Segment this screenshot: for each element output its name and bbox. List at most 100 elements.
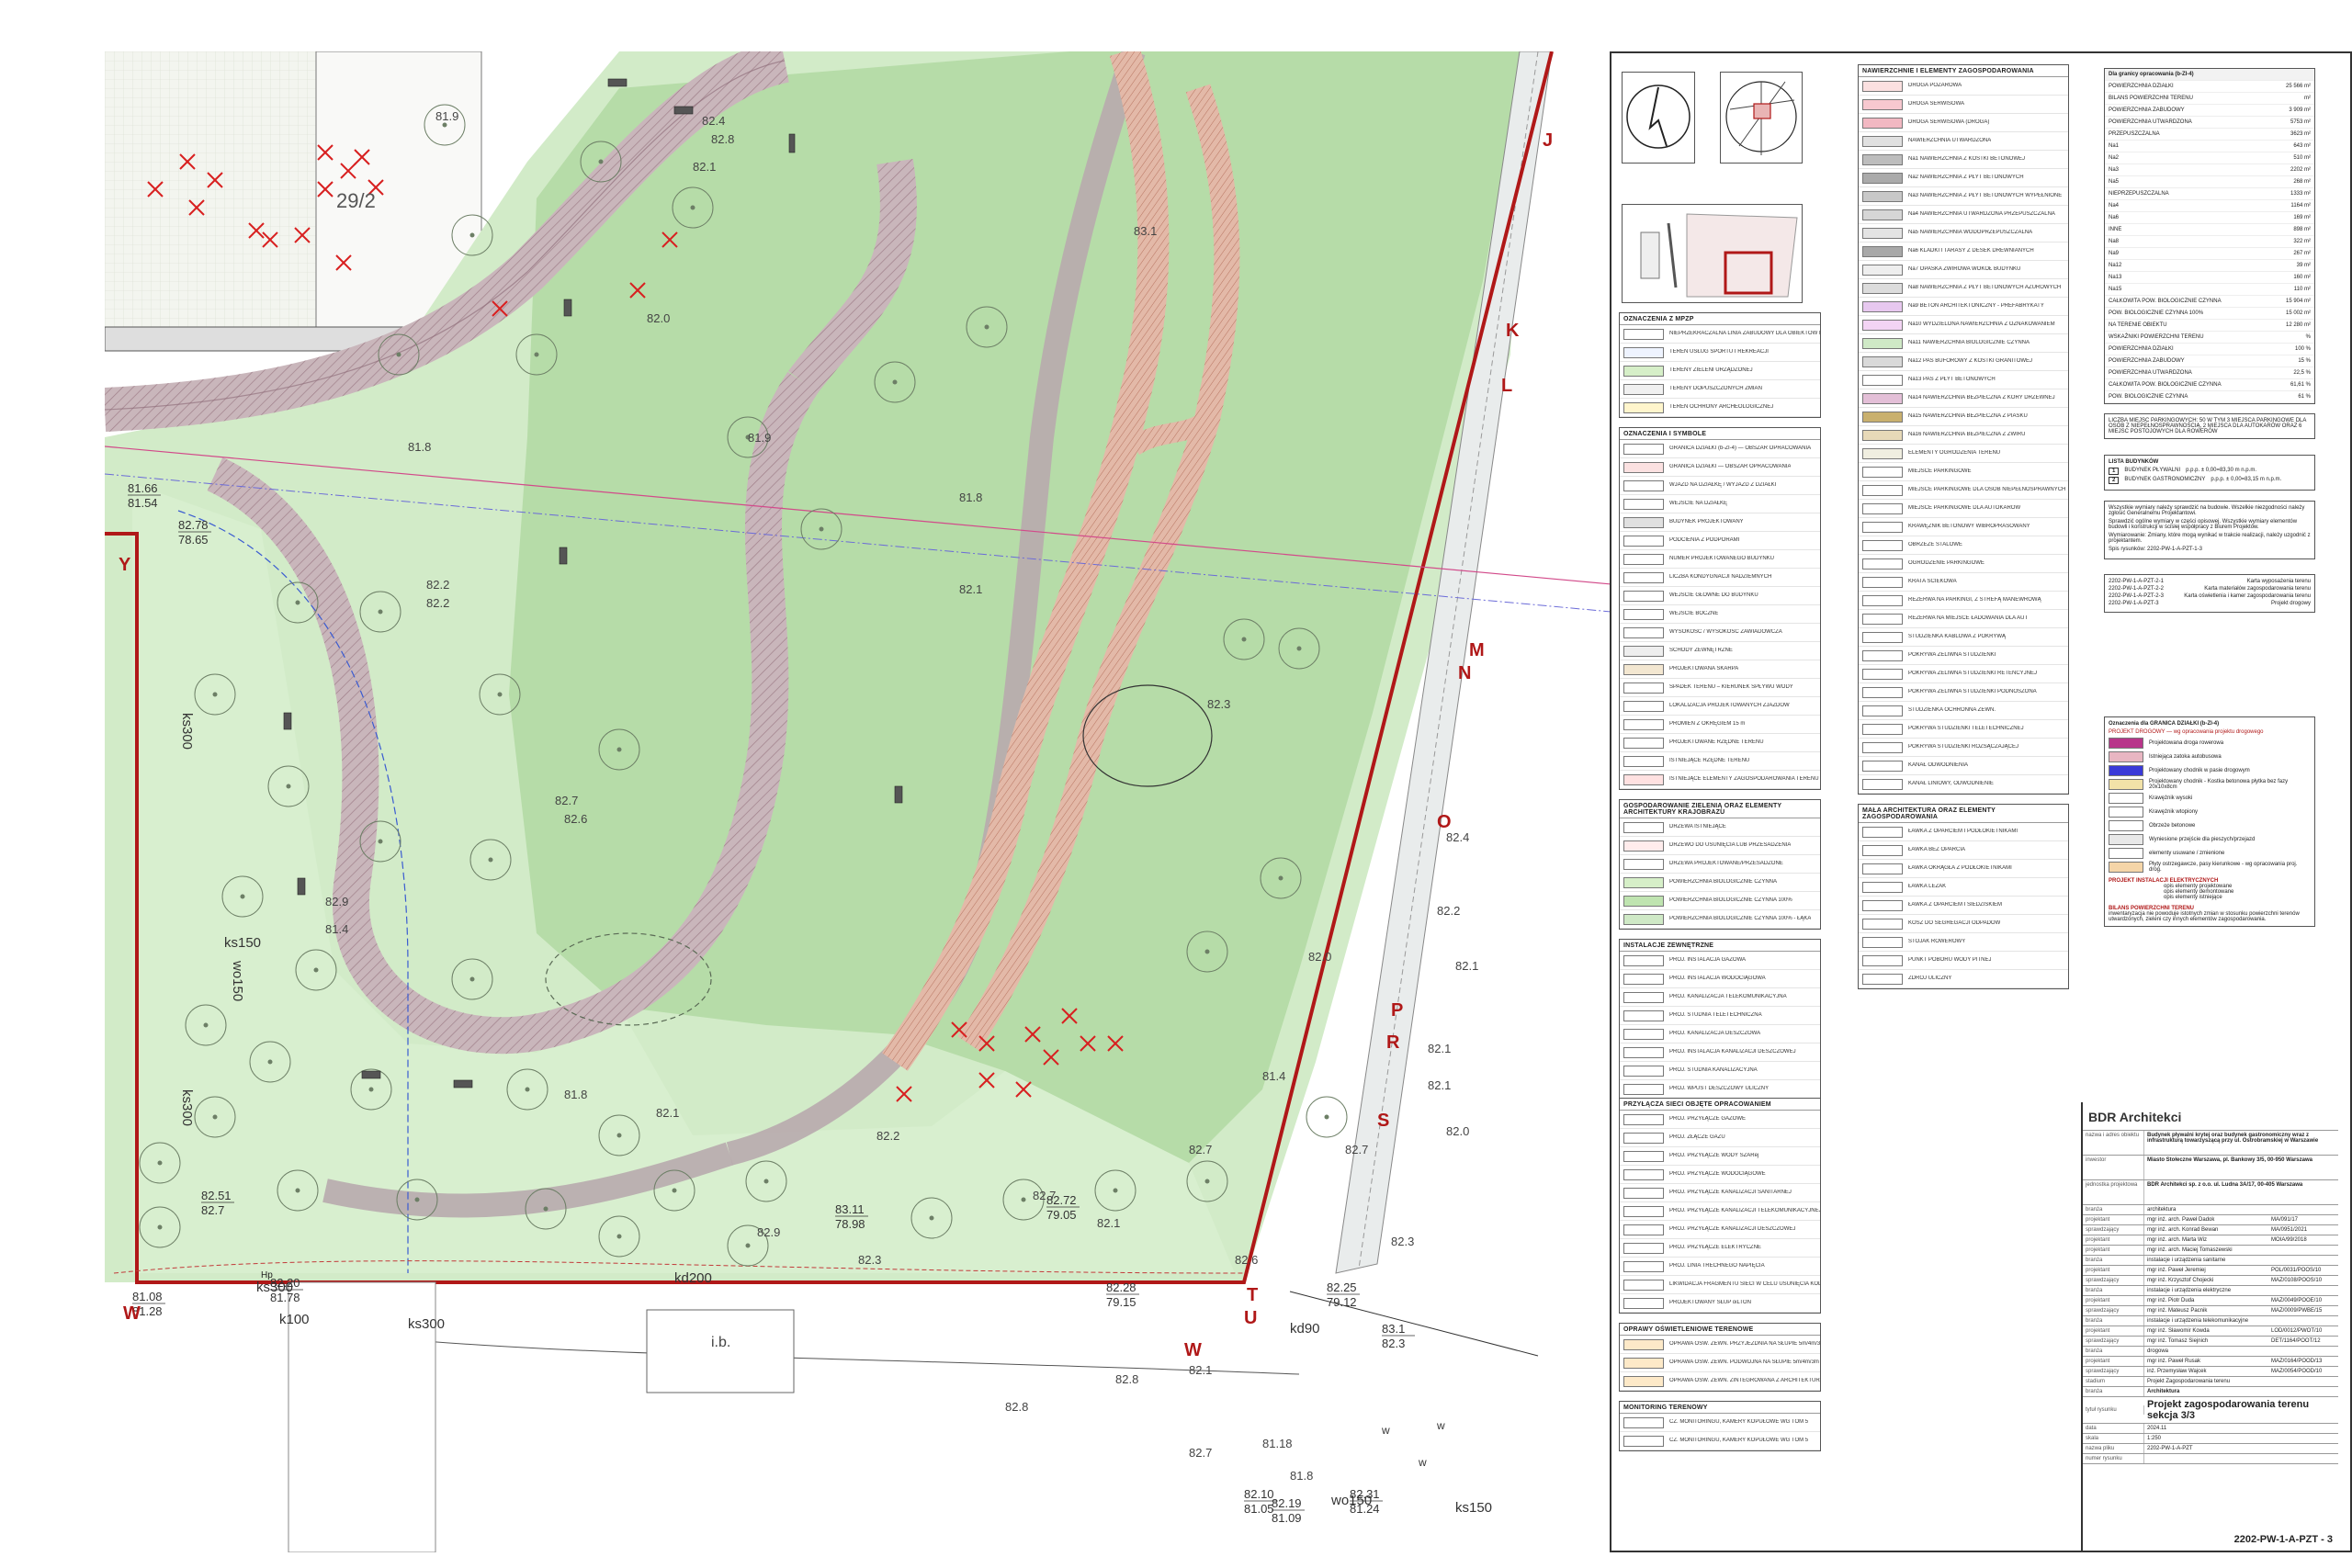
legend-swatch (1862, 392, 1903, 404)
location-map-box (1720, 72, 1803, 164)
legend-label: PROJ. KANALIZACJA DESZCZOWA (1669, 1031, 1761, 1036)
legend-label: Na5 NAWIERZCHNIA WODOPRZEPUSZCZALNA (1908, 230, 2033, 235)
building-row: 2 BUDYNEK GASTRONOMICZNY p.p.p. ± 0,00=83,… (2109, 477, 2311, 484)
legend-label: Obrzeże betonowe (2149, 823, 2196, 829)
legend-label: POKRYWA ŻELIWNA STUDZIENKI (1908, 652, 1996, 658)
sheet-row: 2202-PW-1-A-PZT-2-2 Karta materiałów zago… (2109, 586, 2311, 592)
legend-label: MIEJSCE PARKINGOWE (1908, 468, 1972, 474)
team-license: MA/091/17 (2271, 1217, 2299, 1223)
elevation-label: 82.8 (1115, 1372, 1138, 1386)
team-role: sprawdzający (2083, 1276, 2144, 1285)
pipe-label: wo150 (1330, 1493, 1372, 1508)
legend-row: PUNKT POBORU WODY PITNEJ (1859, 952, 2068, 970)
elevation-label: 82.1 (1428, 1042, 1451, 1055)
bench-icon (453, 1079, 473, 1089)
legend-swatch (1623, 571, 1664, 583)
area-row: CAŁKOWITA POW. BIOLOGICZNIE CZYNNA 61,61 … (2105, 379, 2314, 391)
team-role: projektant (2083, 1296, 2144, 1305)
legend-swatch (1623, 346, 1664, 358)
elevation-label: 82.0 (1446, 1124, 1469, 1138)
team-name: mgr inż. arch. Maciej Tomaszewski (2147, 1247, 2233, 1253)
legend-swatch (1862, 502, 1903, 514)
bench-icon (563, 299, 572, 317)
legend-label: Projektowana droga rowerowa (2149, 740, 2224, 746)
pipe-label: wo150 (230, 960, 245, 1001)
number-row: numer rysunku (2083, 1454, 2338, 1464)
legend-swatch (1862, 172, 1903, 184)
legend-swatch (1623, 1375, 1664, 1387)
area-row: POW. BIOLOGICZNIE CZYNNA 61 % (2105, 391, 2314, 403)
elevation-label: 82.4 (702, 114, 725, 128)
legend-label: DRZEWA ISTNIEJĄCE (1669, 824, 1726, 829)
pipe-label: ks300 (256, 1280, 293, 1295)
legend-swatch (1862, 668, 1903, 680)
elevation-top: 82.25 (1327, 1280, 1357, 1294)
file-row: nazwa pliku 2202-PW-1-A-PZT (2083, 1444, 2338, 1454)
building-cell: p.p.p. ± 0,00=83,15 m n.p.m. (2211, 477, 2282, 482)
legend-swatch (1862, 760, 1903, 772)
legend-label: PUNKT POBORU WODY PITNEJ (1908, 957, 1992, 963)
elevation-label: 82.7 (1345, 1143, 1368, 1156)
legend-heading: OPRAWY OŚWIETLENIOWE TERENOWE (1620, 1324, 1820, 1336)
legend-label: ISTNIEJĄCE ELEMENTY ZAGOSPODAROWANIA TER… (1669, 776, 1820, 782)
legend-row: TEREN OCHRONY ARCHEOLOGICZNEJ (1620, 399, 1820, 417)
pipe-label: ks300 (408, 1316, 445, 1332)
note-text: Wszystkie wymiary należy sprawdzić na bu… (2109, 505, 2305, 516)
elevation-label: 81.8 (564, 1088, 587, 1101)
area-balance-table: Dla granicy opracowania (b-ZI-4) POWIERZ… (2104, 68, 2315, 404)
team-row: sprawdzający mgr inż. Mateusz Pacnik MAZ/0… (2083, 1306, 2338, 1316)
area-label: Na13 (2109, 275, 2122, 280)
area-value: 15 904 m² (2285, 299, 2311, 304)
legend-label: Krawężnik wysoki (2149, 795, 2193, 801)
legend-row: PROJ. LINIA TRECHNEGO NAPIĘCIA (1620, 1258, 1820, 1276)
legend-swatch (1623, 479, 1664, 491)
legend-row: TERENY DOPUSZCZONYCH ZMIAN (1620, 380, 1820, 399)
legend-label: REZERWA NA PARKINGI, Z STREFĄ MANEWROWĄ (1908, 597, 2041, 603)
sheet-row: 2202-PW-1-A-PZT-2-1 Karta wyposażenia ter… (2109, 579, 2311, 584)
building-cell: BUDYNEK GASTRONOMICZNY (2124, 477, 2206, 482)
team-row: projektant mgr inż. arch. Marta Wiz MOIA/9… (2083, 1235, 2338, 1246)
area-row: CAŁKOWITA POW. BIOLOGICZNIE CZYNNA 15 904… (2105, 296, 2314, 308)
legend-row: STUDZIENKA KABLOWA Z POKRYWĄ (1859, 628, 2068, 647)
legend-swatch (1623, 328, 1664, 340)
team-name: mgr inż. arch. Konrad Bewan (2147, 1227, 2219, 1233)
legend-row: DRZEWA ISTNIEJĄCE (1620, 818, 1820, 837)
legend-label: TERENY DOPUSZCZONYCH ZMIAN (1669, 386, 1762, 391)
legend-swatch (1862, 374, 1903, 386)
drawing-sheet: 29/2 i.b. Hp 81.66 81.54 82.78 78.65 82.51 82… (0, 0, 2352, 1568)
section-letter: L (1501, 376, 1512, 396)
area-label: Na12 (2109, 263, 2122, 268)
legend-label: PROJ. PRZYŁĄCZE WODOCIĄGOWE (1669, 1171, 1766, 1177)
title-info-label: nazwa i adres obiektu (2083, 1131, 2144, 1155)
legend-swatch (1623, 498, 1664, 510)
legend-label: TEREN USŁUG SPORTU I REKREACJI (1669, 349, 1769, 355)
section-letter: Y (119, 555, 131, 575)
area-row: Na1 643 m² (2105, 141, 2314, 152)
legend-symbols: OZNACZENIA I SYMBOLE GRANICA DZIAŁKI (b-… (1619, 427, 1821, 790)
area-value: 1333 m² (2290, 191, 2311, 197)
legend-greenery: GOSPODAROWANIE ZIELENIĄ ORAZ ELEMENTY AR… (1619, 799, 1821, 930)
legend-label: POWIERZCHNIA BIOLOGICZNIE CZYNNA 100% (1669, 897, 1792, 903)
section-letter: S (1377, 1111, 1389, 1131)
legend-swatch (1862, 466, 1903, 478)
legend-swatch (1862, 429, 1903, 441)
area-label: POW. BIOLOGICZNIE CZYNNA 100% (2109, 310, 2204, 316)
legend-swatch (1623, 1297, 1664, 1309)
area-label: POWIERZCHNIA UTWARDZONA (2109, 370, 2192, 376)
building-row: 1 BUDYNEK PŁYWALNI p.p.p. ± 0,00=83,30 m n… (2109, 468, 2311, 475)
legend-row: KANAŁ ODWODNIENIA (1859, 757, 2068, 775)
sheet-number: 2202-PW-1-A-PZT-2-2 (2109, 586, 2164, 592)
area-row: PRZEPUSZCZALNA 3623 m² (2105, 129, 2314, 141)
area-row: Na8 322 m² (2105, 236, 2314, 248)
legend-swatch (1623, 1083, 1664, 1095)
legend-row: PROJ. STUDNIA KANALIZACYJNA (1620, 1062, 1820, 1080)
legend-swatch (1623, 383, 1664, 395)
legend-label: PROJEKTOWANA SKARPA (1669, 666, 1739, 671)
legend-label: PROJ. ZŁĄCZE GAZU (1669, 1134, 1725, 1140)
road-legend-row: Krawężnik wysoki (2109, 793, 2311, 804)
elevation-pair: 83.1178.98 (835, 1202, 868, 1231)
legend-row: TERENY ZIELENI URZĄDZONEJ (1620, 362, 1820, 380)
legend-swatch (1862, 319, 1903, 331)
legend-monitoring: MONITORING TERENOWY CZ. MONITORINGU, KAM… (1619, 1401, 1821, 1451)
legend-row: Na14 NAWIERZCHNIA BEZPIECZNA Z KORY DRZE… (1859, 389, 2068, 408)
